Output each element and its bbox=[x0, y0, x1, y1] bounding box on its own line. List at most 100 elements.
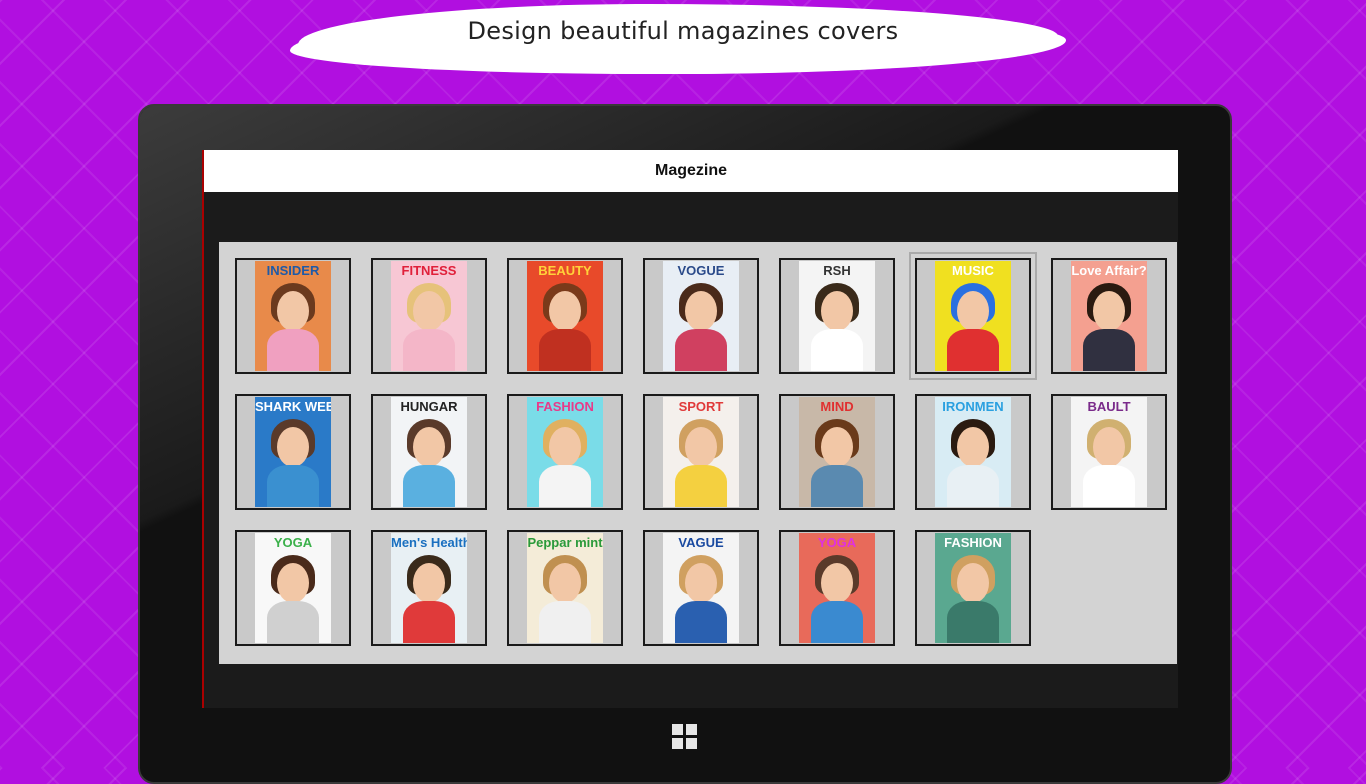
cover-model-body bbox=[267, 601, 319, 643]
cover-model-face bbox=[413, 563, 445, 603]
cover-model-face bbox=[413, 291, 445, 331]
cover-tile[interactable]: Love Affair? bbox=[1051, 258, 1167, 374]
cover-thumbnail: Peppar mint bbox=[527, 533, 603, 643]
tablet-frame: Magezine INSIDER FITNESS BEAUTY VOGUE RSH MUS… bbox=[138, 104, 1232, 784]
cover-thumbnail: MIND bbox=[799, 397, 875, 507]
cover-thumbnail: YOGA bbox=[255, 533, 331, 643]
cover-model-face bbox=[821, 563, 853, 603]
cover-model-body bbox=[539, 329, 591, 371]
cover-tile[interactable]: SHARK WEEK bbox=[235, 394, 351, 510]
app-window: Magezine INSIDER FITNESS BEAUTY VOGUE RSH MUS… bbox=[202, 150, 1178, 708]
cover-thumbnail: FASHION bbox=[935, 533, 1011, 643]
cover-model-face bbox=[957, 427, 989, 467]
windows-logo-icon[interactable] bbox=[672, 724, 698, 750]
cover-title: BAULT bbox=[1087, 400, 1131, 414]
cover-tile[interactable]: BEAUTY bbox=[507, 258, 623, 374]
cover-tile[interactable]: Men's Health bbox=[371, 530, 487, 646]
cover-thumbnail: YOGA bbox=[799, 533, 875, 643]
cover-tile[interactable]: MUSIC bbox=[909, 252, 1037, 380]
cover-model-body bbox=[267, 465, 319, 507]
cover-model-body bbox=[947, 329, 999, 371]
banner-text: Design beautiful magazines covers bbox=[467, 17, 899, 45]
cover-title: SHARK WEEK bbox=[255, 400, 331, 414]
cover-title: SPORT bbox=[678, 400, 724, 414]
cover-model-body bbox=[811, 601, 863, 643]
cover-model-body bbox=[675, 329, 727, 371]
cover-model-face bbox=[277, 563, 309, 603]
cover-model-body bbox=[947, 601, 999, 643]
cover-thumbnail: SPORT bbox=[663, 397, 739, 507]
cover-tile[interactable]: SPORT bbox=[643, 394, 759, 510]
cover-tile[interactable]: IRONMEN bbox=[915, 394, 1031, 510]
cover-title: RSH bbox=[823, 264, 851, 278]
cover-model-body bbox=[539, 465, 591, 507]
cover-title: Love Affair? bbox=[1071, 264, 1147, 278]
windows-logo-pane bbox=[686, 738, 697, 749]
cover-model-body bbox=[947, 465, 999, 507]
cover-model-face bbox=[685, 427, 717, 467]
cover-thumbnail: IRONMEN bbox=[935, 397, 1011, 507]
cover-thumbnail: INSIDER bbox=[255, 261, 331, 371]
cover-model-face bbox=[549, 291, 581, 331]
cover-title: Men's Health bbox=[391, 536, 467, 550]
cover-tile[interactable]: YOGA bbox=[779, 530, 895, 646]
cover-model-face bbox=[413, 427, 445, 467]
cover-model-face bbox=[685, 563, 717, 603]
cover-tile[interactable]: Peppar mint bbox=[507, 530, 623, 646]
cover-title: HUNGAR bbox=[400, 400, 458, 414]
cover-title: FASHION bbox=[944, 536, 1002, 550]
cover-tile[interactable]: VAGUE bbox=[643, 530, 759, 646]
cover-tile[interactable]: INSIDER bbox=[235, 258, 351, 374]
cover-model-face bbox=[1093, 291, 1125, 331]
cover-model-face bbox=[685, 291, 717, 331]
cover-tile[interactable]: FASHION bbox=[507, 394, 623, 510]
windows-logo-pane bbox=[672, 724, 683, 735]
cover-model-body bbox=[811, 329, 863, 371]
cover-model-face bbox=[277, 291, 309, 331]
cover-model-face bbox=[549, 563, 581, 603]
cover-model-body bbox=[1083, 465, 1135, 507]
cover-model-face bbox=[549, 427, 581, 467]
cover-tile[interactable]: YOGA bbox=[235, 530, 351, 646]
cover-title: VAGUE bbox=[678, 536, 724, 550]
cover-tile[interactable]: FITNESS bbox=[371, 258, 487, 374]
cover-title: MIND bbox=[820, 400, 854, 414]
cover-title: FITNESS bbox=[401, 264, 457, 278]
cover-thumbnail: VOGUE bbox=[663, 261, 739, 371]
cover-thumbnail: VAGUE bbox=[663, 533, 739, 643]
cover-tile[interactable]: FASHION bbox=[915, 530, 1031, 646]
cover-thumbnail: MUSIC bbox=[935, 261, 1011, 371]
cover-title: YOGA bbox=[273, 536, 313, 550]
cover-thumbnail: BEAUTY bbox=[527, 261, 603, 371]
cover-thumbnail: SHARK WEEK bbox=[255, 397, 331, 507]
cover-tile[interactable]: BAULT bbox=[1051, 394, 1167, 510]
cover-title: INSIDER bbox=[266, 264, 320, 278]
cover-model-body bbox=[403, 465, 455, 507]
app-title: Magezine bbox=[654, 162, 727, 179]
cover-model-body bbox=[1083, 329, 1135, 371]
cover-model-body bbox=[675, 601, 727, 643]
cover-model-body bbox=[675, 465, 727, 507]
cover-title: FASHION bbox=[536, 400, 594, 414]
cover-model-face bbox=[821, 291, 853, 331]
cover-tile[interactable]: RSH bbox=[779, 258, 895, 374]
cover-thumbnail: BAULT bbox=[1071, 397, 1147, 507]
cover-tile[interactable]: HUNGAR bbox=[371, 394, 487, 510]
cover-model-face bbox=[957, 291, 989, 331]
cover-model-face bbox=[957, 563, 989, 603]
windows-logo-pane bbox=[686, 724, 697, 735]
cover-title: IRONMEN bbox=[942, 400, 1004, 414]
cover-title: MUSIC bbox=[952, 264, 994, 278]
cover-thumbnail: HUNGAR bbox=[391, 397, 467, 507]
cover-model-body bbox=[811, 465, 863, 507]
cover-thumbnail: FASHION bbox=[527, 397, 603, 507]
cover-thumbnail: Love Affair? bbox=[1071, 261, 1147, 371]
cover-thumbnail: FITNESS bbox=[391, 261, 467, 371]
cover-tile[interactable]: MIND bbox=[779, 394, 895, 510]
cover-title: YOGA bbox=[817, 536, 857, 550]
cover-tile[interactable]: VOGUE bbox=[643, 258, 759, 374]
cover-model-face bbox=[1093, 427, 1125, 467]
cover-thumbnail: Men's Health bbox=[391, 533, 467, 643]
windows-logo-pane bbox=[672, 738, 683, 749]
cover-model-face bbox=[277, 427, 309, 467]
